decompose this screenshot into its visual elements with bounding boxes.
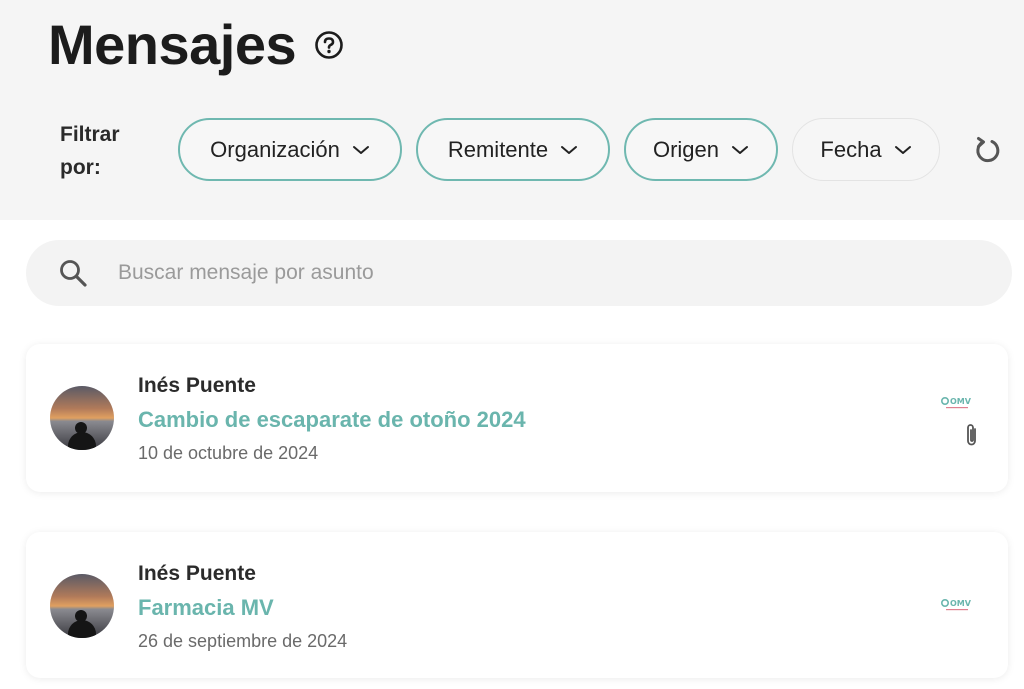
page-title: Mensajes xyxy=(48,13,297,76)
message-date: 10 de octubre de 2024 xyxy=(138,443,319,463)
filter-origen-label: Origen xyxy=(652,136,720,162)
filter-origen[interactable]: Origen xyxy=(624,118,778,181)
chevron-down-icon xyxy=(560,144,578,156)
message-sender: Inés Puente xyxy=(138,374,256,397)
message-card[interactable]: Inés Puente Farmacia MV 26 de septiembre… xyxy=(26,532,1008,678)
filter-fecha[interactable]: Fecha xyxy=(792,118,940,181)
organization-logo: OMV xyxy=(940,394,974,412)
filter-organizacion-label: Organización xyxy=(210,136,340,162)
filter-remitente-label: Remitente xyxy=(447,136,549,162)
title-row: Mensajes xyxy=(48,12,344,77)
filter-label: Filtrar por: xyxy=(60,123,120,179)
message-sender: Inés Puente xyxy=(138,562,256,585)
filter-fecha-label: Fecha xyxy=(820,136,882,162)
chevron-down-icon xyxy=(731,144,749,156)
reset-icon[interactable] xyxy=(970,132,1006,168)
search-input[interactable] xyxy=(118,261,938,285)
filter-remitente[interactable]: Remitente xyxy=(416,118,610,181)
svg-text:OMV: OMV xyxy=(950,397,972,406)
paperclip-icon xyxy=(961,420,983,450)
message-subject: Farmacia MV xyxy=(138,595,274,620)
filter-organizacion[interactable]: Organización xyxy=(178,118,402,181)
svg-text:OMV: OMV xyxy=(950,599,972,608)
organization-logo: OMV xyxy=(940,596,974,614)
chevron-down-icon xyxy=(352,144,370,156)
message-subject: Cambio de escaparate de otoño 2024 xyxy=(138,407,526,432)
avatar xyxy=(50,386,114,450)
avatar xyxy=(50,574,114,638)
help-icon[interactable] xyxy=(314,30,344,60)
message-date: 26 de septiembre de 2024 xyxy=(138,631,348,651)
search-bar[interactable] xyxy=(26,240,1012,306)
header: Mensajes Filtrar por: Organización Remit… xyxy=(0,0,1024,220)
search-icon xyxy=(56,256,90,290)
chevron-down-icon xyxy=(894,144,912,156)
message-card[interactable]: Inés Puente Cambio de escaparate de otoñ… xyxy=(26,344,1008,492)
